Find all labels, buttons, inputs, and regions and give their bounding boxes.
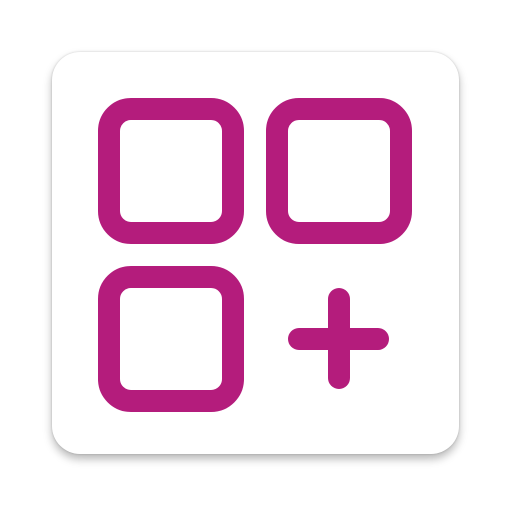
tile-bottom-left-icon (98, 266, 244, 412)
tile-top-left-icon (98, 98, 244, 244)
tile-top-right-icon (266, 98, 412, 244)
grid-plus-icon (98, 98, 412, 412)
